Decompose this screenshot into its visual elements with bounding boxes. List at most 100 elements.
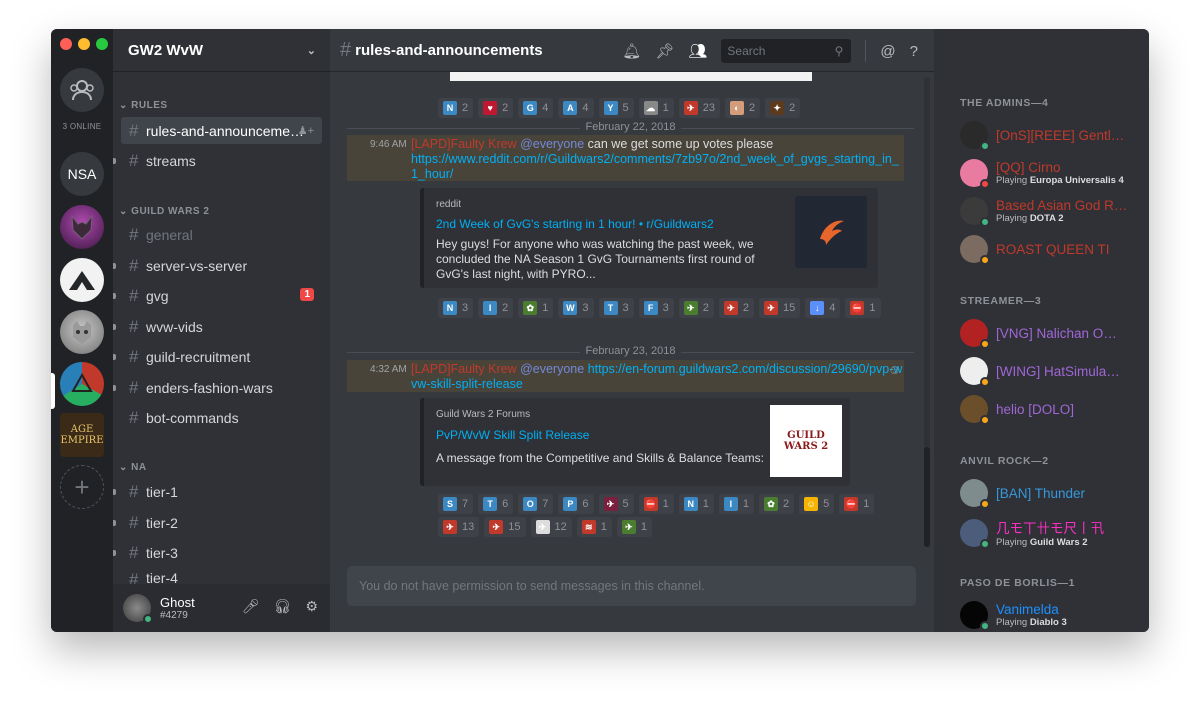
member-list-icon[interactable]: 👥︎	[688, 42, 707, 60]
embed-title[interactable]: 2nd Week of GvG's starting in 1 hour! • …	[436, 217, 778, 231]
reaction-button[interactable]: ✈ 5	[598, 494, 634, 514]
member-item[interactable]: ROAST QUEEN TI	[960, 235, 1140, 265]
category-na[interactable]: ⌄ NA	[119, 462, 147, 473]
category-rules[interactable]: ⌄ RULES	[119, 100, 168, 111]
friends-home-button[interactable]	[60, 68, 104, 112]
reaction-button[interactable]: ✿ 1	[518, 298, 554, 318]
member-item[interactable]: [VNG] Nalichan O…	[960, 319, 1140, 349]
channel-tier-1[interactable]: # tier-1	[113, 478, 322, 505]
reaction-button[interactable]: ✈ 15	[759, 298, 801, 318]
channel-server-vs-server[interactable]: # server-vs-server	[113, 252, 322, 279]
reaction-button[interactable]: P6	[558, 494, 594, 514]
maximize-window-button[interactable]	[96, 38, 108, 50]
search-input[interactable]: Search ⚲	[721, 39, 852, 63]
member-item[interactable]: Based Asian God R… Playing DOTA 2	[960, 197, 1140, 227]
reaction-button[interactable]: ♥ 2	[478, 98, 514, 118]
scrollbar-thumb[interactable]	[924, 447, 930, 547]
mentions-icon[interactable]: @	[880, 43, 895, 60]
channel-tier-2[interactable]: # tier-2	[113, 509, 322, 536]
reaction-button[interactable]: ✿ 2	[759, 494, 795, 514]
message-author[interactable]: [LAPD]Faulty Krew	[411, 362, 517, 376]
reaction-button[interactable]: N1	[678, 494, 714, 514]
member-item[interactable]: Vanimelda Playing Diablo 3	[960, 601, 1140, 631]
everyone-mention[interactable]: @everyone	[520, 137, 584, 151]
help-icon[interactable]: ?	[910, 43, 918, 60]
reaction-button[interactable]: A4	[558, 98, 594, 118]
channel-streams[interactable]: # streams	[113, 147, 322, 174]
reaction-button[interactable]: I2	[478, 298, 514, 318]
channel-general[interactable]: # general	[121, 221, 322, 248]
reaction-button[interactable]: S7	[438, 494, 474, 514]
guild-header[interactable]: GW2 WvW ⌄	[113, 29, 330, 72]
reaction-emoji-icon: ⛔	[850, 301, 865, 315]
member-item[interactable]: [OnS][REEE] Gentl…	[960, 121, 1140, 151]
reaction-button[interactable]: ✈ 15	[484, 517, 526, 537]
member-item[interactable]: [BAN] Thunder	[960, 479, 1140, 509]
chat-scrollbar[interactable]	[924, 77, 930, 547]
unread-indicator	[113, 354, 116, 360]
channel-gvg[interactable]: # gvg 1	[113, 282, 322, 309]
guild-cat[interactable]	[60, 310, 104, 354]
message-link[interactable]: https://www.reddit.com/r/Guildwars2/comm…	[411, 152, 899, 181]
add-server-button[interactable]: +	[60, 465, 104, 509]
reaction-button[interactable]: ≋ 1	[576, 517, 612, 537]
close-window-button[interactable]	[60, 38, 72, 50]
guild-age-of-empires[interactable]: AGE EMPIRE	[60, 413, 104, 457]
channel-tier-3[interactable]: # tier-3	[113, 539, 322, 566]
microphone-icon[interactable]: 🎤︎	[242, 598, 260, 615]
member-item[interactable]: 几モ丅卄モ尺丨卂 Playing Guild Wars 2	[960, 517, 1140, 549]
reaction-button[interactable]: W3	[558, 298, 594, 318]
guild-gw2-wvw[interactable]	[60, 362, 104, 406]
pin-icon[interactable]: 📌︎	[655, 42, 674, 60]
message-author[interactable]: [LAPD]Faulty Krew	[411, 137, 517, 151]
link-embed: Guild Wars 2 Forums PvP/WvW Skill Split …	[420, 398, 850, 486]
reaction-button[interactable]: O7	[518, 494, 554, 514]
member-item[interactable]: [QQ] Cirno Playing Europa Universalis 4	[960, 159, 1140, 189]
reaction-button[interactable]: ◐ 2	[725, 98, 761, 118]
channel-wvw-vids[interactable]: # wvw-vids	[113, 313, 322, 340]
reaction-button[interactable]: ✈ 12	[530, 517, 572, 537]
reaction-button[interactable]: ⛔ 1	[839, 494, 875, 514]
guild-nsa[interactable]: NSA	[60, 152, 104, 196]
avatar[interactable]	[123, 594, 153, 624]
minimize-window-button[interactable]	[78, 38, 90, 50]
avatar	[960, 601, 990, 631]
guild-white-arrow[interactable]	[60, 258, 104, 302]
reaction-button[interactable]: ✈ 1	[616, 517, 652, 537]
reaction-button[interactable]: ✈ 2	[678, 298, 714, 318]
bell-icon[interactable]: 🔔︎	[622, 42, 641, 60]
category-guild-wars-2[interactable]: ⌄ GUILD WARS 2	[119, 206, 209, 217]
reaction-button[interactable]: ⛔ 1	[845, 298, 881, 318]
channel-bot-commands[interactable]: # bot-commands	[121, 404, 322, 431]
message-composer[interactable]: You do not have permission to send messa…	[347, 566, 916, 606]
reaction-button[interactable]: ✈ 13	[438, 517, 480, 537]
reaction-button[interactable]: Y5	[598, 98, 634, 118]
channel-enders-fashion-wars[interactable]: # enders-fashion-wars	[113, 374, 322, 401]
reaction-button[interactable]: ✈ 2	[718, 298, 754, 318]
reaction-button[interactable]: G4	[518, 98, 554, 118]
guild-wolf[interactable]	[60, 205, 104, 249]
reaction-button[interactable]: ✦ 2	[765, 98, 801, 118]
everyone-mention[interactable]: @everyone	[520, 362, 584, 376]
reaction-button[interactable]: N3	[438, 298, 474, 318]
member-item[interactable]: [WING] HatSimula…	[960, 357, 1140, 387]
reaction-button[interactable]: T3	[598, 298, 634, 318]
reaction-button[interactable]: ☺ 5	[799, 494, 835, 514]
invite-icon[interactable]: ♟+	[298, 124, 314, 137]
reaction-button[interactable]: I1	[718, 494, 754, 514]
channel-tier-4[interactable]: # tier-4	[121, 570, 322, 584]
add-reaction-icon[interactable]: ☺	[888, 362, 901, 377]
embed-title[interactable]: PvP/WvW Skill Split Release	[436, 428, 750, 442]
reaction-button[interactable]: ⛔ 1	[638, 494, 674, 514]
channel-rules-and-announcements[interactable]: # rules-and-announceme… ♟+	[121, 117, 322, 144]
reaction-button[interactable]: ✈ 23	[678, 98, 720, 118]
gear-icon[interactable]: ⚙	[305, 598, 318, 615]
reaction-button[interactable]: F3	[638, 298, 674, 318]
reaction-button[interactable]: ↓ 4	[805, 298, 841, 318]
reaction-button[interactable]: N2	[438, 98, 474, 118]
channel-guild-recruitment[interactable]: # guild-recruitment	[113, 343, 322, 370]
member-item[interactable]: helio [DOLO]	[960, 395, 1140, 425]
reaction-button[interactable]: ☁ 1	[638, 98, 674, 118]
reaction-button[interactable]: T6	[478, 494, 514, 514]
headphones-icon[interactable]: 🎧︎	[274, 598, 292, 615]
